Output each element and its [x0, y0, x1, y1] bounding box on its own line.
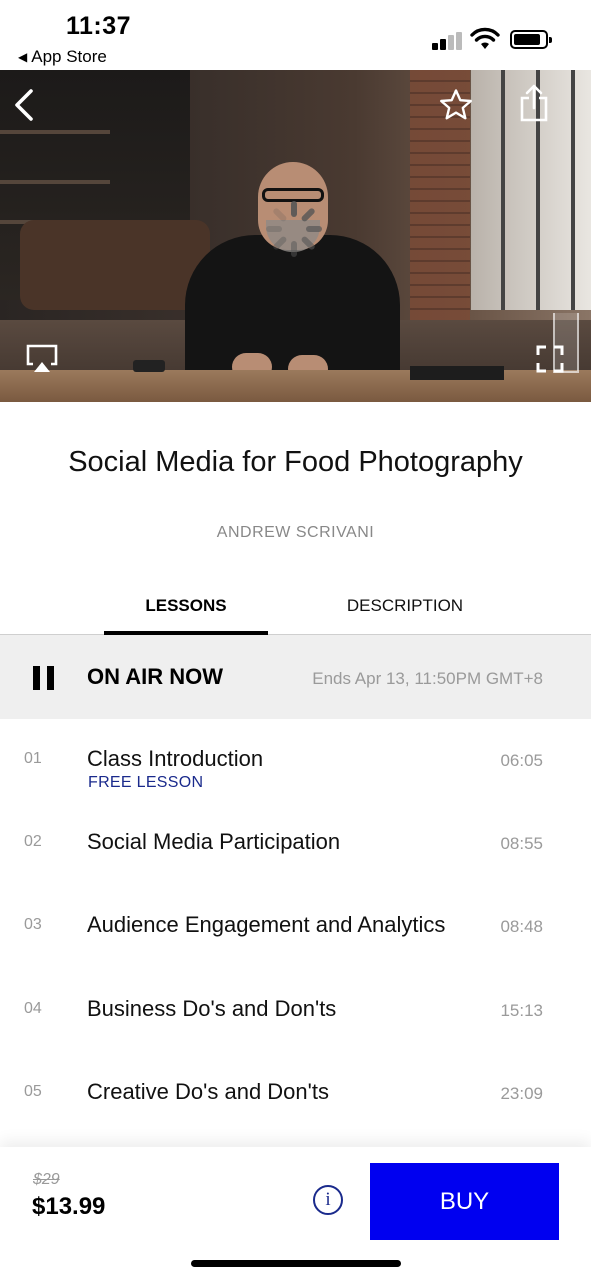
- lesson-item-02[interactable]: 02 Social Media Participation 08:55: [0, 829, 591, 916]
- lesson-number: 01: [24, 750, 42, 767]
- status-bar: 11:37 ◀ App Store: [0, 0, 591, 70]
- status-time: 11:37: [66, 12, 132, 40]
- back-triangle-icon: ◀: [18, 50, 28, 64]
- wifi-icon: [470, 27, 500, 51]
- course-title: Social Media for Food Photography: [68, 446, 523, 478]
- lesson-title: Social Media Participation: [87, 829, 341, 854]
- pause-icon[interactable]: [33, 666, 55, 690]
- fullscreen-icon[interactable]: [535, 344, 565, 374]
- back-to-app-store-link[interactable]: ◀ App Store: [18, 47, 107, 67]
- lesson-duration: 23:09: [500, 1084, 543, 1103]
- lesson-title: Business Do's and Don'ts: [87, 996, 337, 1021]
- lesson-title: Class Introduction: [87, 746, 264, 771]
- course-author[interactable]: ANDREW SCRIVANI: [0, 524, 591, 542]
- purchase-bar: $29 $13.99 i BUY: [0, 1147, 591, 1280]
- home-indicator: [191, 1260, 401, 1267]
- lesson-duration: 08:55: [500, 834, 543, 853]
- lesson-duration: 08:48: [500, 917, 543, 936]
- lesson-number: 04: [24, 1000, 42, 1017]
- free-lesson-badge: FREE LESSON: [88, 774, 204, 791]
- lesson-item-04[interactable]: 04 Business Do's and Don'ts 15:13: [0, 996, 591, 1083]
- lesson-duration: 15:13: [500, 1001, 543, 1020]
- sale-price: $13.99: [32, 1193, 106, 1220]
- tab-bar: LESSONS DESCRIPTION: [0, 578, 591, 635]
- chevron-left-icon[interactable]: [12, 88, 36, 122]
- on-air-banner: ON AIR NOW Ends Apr 13, 11:50PM GMT+8: [0, 635, 591, 719]
- battery-icon: [510, 30, 552, 49]
- airplay-icon[interactable]: [24, 342, 60, 374]
- buy-button[interactable]: BUY: [370, 1163, 559, 1240]
- tab-lessons[interactable]: LESSONS: [104, 578, 268, 635]
- lesson-number: 03: [24, 916, 42, 933]
- info-icon[interactable]: i: [313, 1185, 343, 1215]
- lesson-item-03[interactable]: 03 Audience Engagement and Analytics 08:…: [0, 912, 591, 999]
- lesson-item-01[interactable]: 01 Class Introduction FREE LESSON 06:05: [0, 746, 591, 833]
- lesson-number: 02: [24, 833, 42, 850]
- lesson-title: Audience Engagement and Analytics: [87, 912, 446, 937]
- share-icon[interactable]: [518, 83, 550, 123]
- lesson-title: Creative Do's and Don'ts: [87, 1079, 329, 1104]
- video-player[interactable]: [0, 70, 591, 402]
- on-air-end-time: Ends Apr 13, 11:50PM GMT+8: [312, 669, 543, 688]
- star-icon[interactable]: [438, 87, 474, 123]
- original-price: $29: [33, 1171, 60, 1188]
- on-air-label: ON AIR NOW: [87, 664, 224, 689]
- back-app-label: App Store: [31, 47, 107, 66]
- tab-description[interactable]: DESCRIPTION: [322, 578, 488, 634]
- lesson-number: 05: [24, 1083, 42, 1100]
- lesson-duration: 06:05: [500, 751, 543, 770]
- loading-spinner-icon: [266, 201, 322, 257]
- cellular-signal-icon: [432, 32, 464, 50]
- book-on-table: [410, 366, 504, 380]
